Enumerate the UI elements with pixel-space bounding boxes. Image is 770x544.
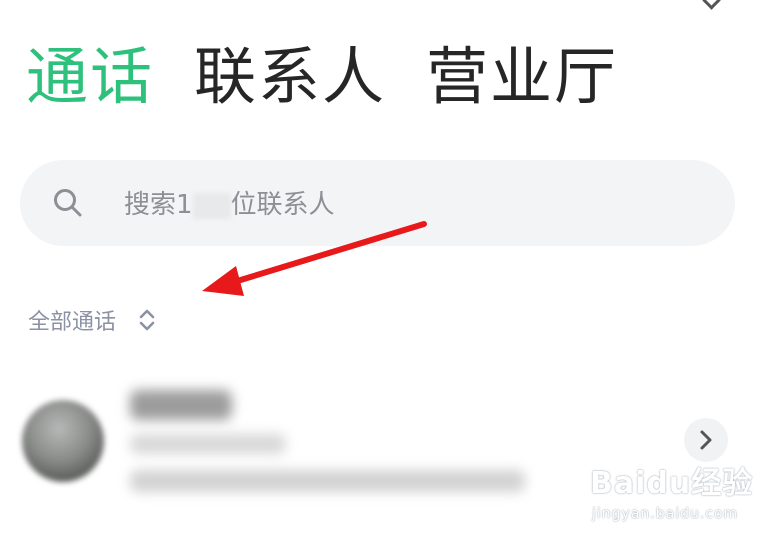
baidu-jingyan-watermark: Baidu经验 jingyan.baidu.com: [590, 458, 754, 522]
tab-contacts[interactable]: 联系人: [194, 46, 386, 108]
search-bar[interactable]: 搜索1 位联系人: [20, 160, 735, 246]
search-icon: [54, 189, 82, 217]
call-filter-dropdown[interactable]: 全部通话: [28, 304, 156, 336]
detail-chevron-button[interactable]: [684, 418, 728, 462]
tab-calls[interactable]: 通话: [26, 46, 154, 108]
call-filter-label: 全部通话: [28, 310, 117, 335]
top-tabs: 通话 联系人 营业厅: [26, 46, 658, 108]
corner-chevron-icon: [702, 0, 721, 10]
search-placeholder-suffix: 位联系人: [230, 190, 335, 220]
avatar: [22, 400, 104, 482]
watermark-brand-du: du: [646, 466, 692, 501]
watermark-url: jingyan.baidu.com: [592, 506, 739, 522]
search-placeholder: 搜索1 位联系人: [124, 184, 335, 221]
watermark-brand: Bai: [590, 466, 647, 501]
blurred-contact-name: [130, 390, 232, 420]
blurred-contact-meta: [130, 470, 525, 492]
chevron-right-icon: [700, 430, 712, 450]
blurred-contact-number: [130, 434, 286, 454]
search-placeholder-prefix: 搜索1: [124, 190, 193, 220]
watermark-brand-jingyan: 经验: [691, 466, 754, 501]
tab-service-hall[interactable]: 营业厅: [426, 46, 618, 108]
blurred-count: [192, 192, 231, 219]
sort-updown-icon: [139, 309, 155, 331]
